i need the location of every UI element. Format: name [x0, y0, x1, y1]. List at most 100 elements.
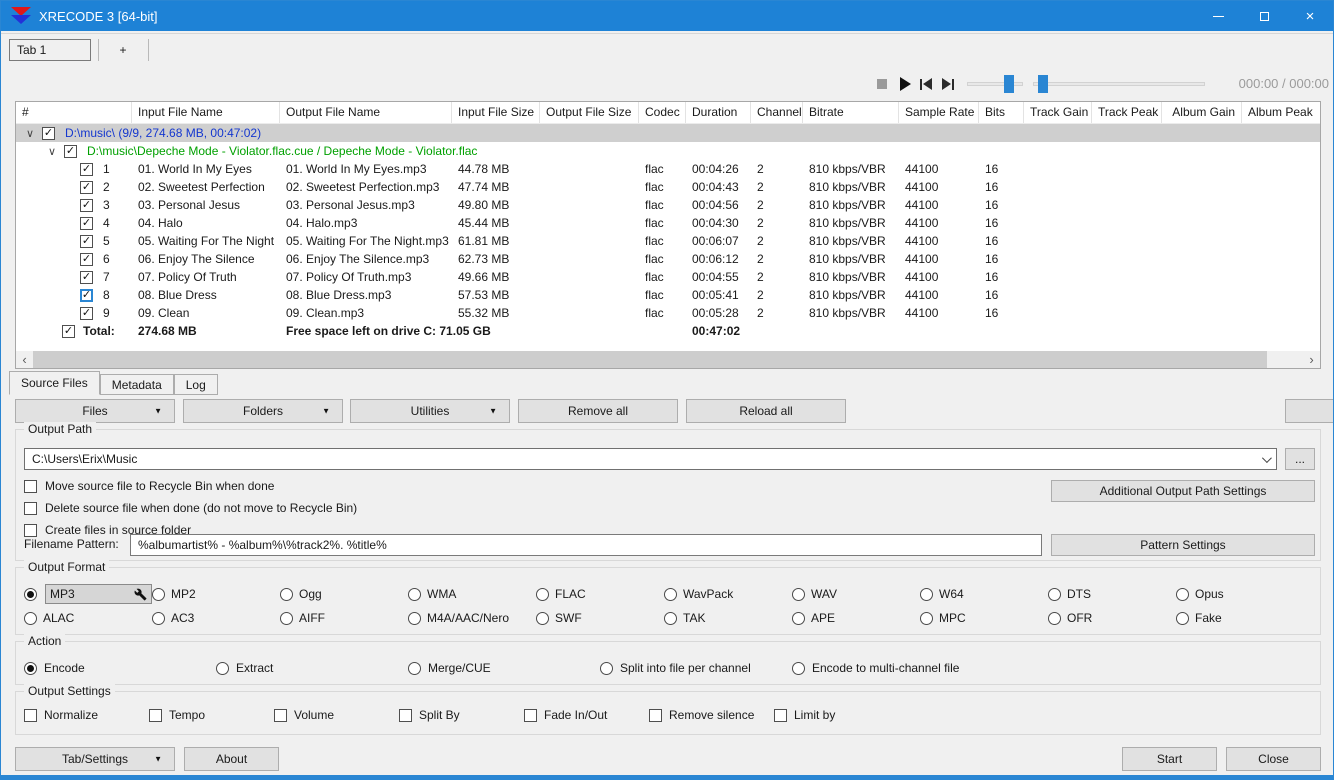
tab-1[interactable]: Tab 1	[9, 39, 91, 61]
track-checkbox[interactable]	[80, 270, 93, 284]
format-radio[interactable]	[792, 587, 805, 601]
move-to-recycle-bin-checkbox[interactable]	[24, 479, 37, 493]
action-option[interactable]: Split into file per channel	[600, 661, 792, 675]
format-option[interactable]: M4A/AAC/Nero	[408, 611, 536, 625]
format-option-selected[interactable]: MP3	[24, 584, 152, 604]
output-setting-option[interactable]: Volume	[274, 708, 399, 722]
column-header-input-file-size[interactable]: Input File Size	[452, 102, 540, 123]
browse-button[interactable]: ...	[1285, 448, 1315, 470]
expander-icon[interactable]: ∨	[48, 145, 62, 158]
format-option[interactable]: TAK	[664, 611, 792, 625]
group-row-folder[interactable]: ∨ D:\music\ (9/9, 274.68 MB, 00:47:02)	[16, 124, 1320, 142]
format-option[interactable]: Ogg	[280, 587, 408, 601]
format-option[interactable]: AIFF	[280, 611, 408, 625]
output-setting-option[interactable]: Tempo	[149, 708, 274, 722]
add-tab-button[interactable]: +	[99, 39, 147, 61]
format-option[interactable]: OFR	[1048, 611, 1176, 625]
volume-slider[interactable]	[967, 75, 1023, 93]
format-radio[interactable]	[536, 587, 549, 601]
total-checkbox[interactable]	[62, 324, 75, 338]
table-row[interactable]: 3 03. Personal Jesus 03. Personal Jesus.…	[16, 196, 1320, 214]
format-settings-box[interactable]: MP3	[45, 584, 152, 604]
action-radio[interactable]	[24, 661, 37, 675]
format-radio[interactable]	[920, 611, 933, 625]
format-option[interactable]: WAV	[792, 587, 920, 601]
track-checkbox[interactable]	[80, 252, 93, 266]
output-setting-checkbox[interactable]	[649, 708, 662, 722]
track-checkbox[interactable]	[80, 234, 93, 248]
horizontal-scrollbar-thumb[interactable]	[33, 351, 1267, 368]
close-window-button[interactable]: Close	[1226, 747, 1321, 771]
group-row-cue[interactable]: ∨ D:\music\Depeche Mode - Violator.flac.…	[16, 142, 1320, 160]
column-header-sample-rate[interactable]: Sample Rate	[899, 102, 979, 123]
track-checkbox[interactable]	[80, 288, 93, 302]
track-checkbox[interactable]	[80, 162, 93, 176]
format-radio[interactable]	[792, 611, 805, 625]
format-option[interactable]: W64	[920, 587, 1048, 601]
column-header-duration[interactable]: Duration	[686, 102, 751, 123]
format-radio[interactable]	[24, 611, 37, 625]
table-row[interactable]: 2 02. Sweetest Perfection 02. Sweetest P…	[16, 178, 1320, 196]
column-header-track-peak[interactable]: Track Peak	[1092, 102, 1162, 123]
maximize-button[interactable]	[1241, 1, 1287, 31]
format-radio[interactable]	[1048, 611, 1061, 625]
format-option[interactable]: FLAC	[536, 587, 664, 601]
horizontal-scrollbar[interactable]: ‹ ›	[16, 351, 1320, 368]
format-option[interactable]: DTS	[1048, 587, 1176, 601]
output-setting-checkbox[interactable]	[399, 708, 412, 722]
tab-log[interactable]: Log	[173, 374, 218, 395]
output-setting-option[interactable]: Split By	[399, 708, 524, 722]
combo-chevron-icon[interactable]	[1261, 452, 1272, 463]
format-radio[interactable]	[280, 611, 293, 625]
format-option[interactable]: AC3	[152, 611, 280, 625]
action-radio[interactable]	[600, 661, 613, 675]
format-radio[interactable]	[1048, 587, 1061, 601]
format-radio[interactable]	[664, 611, 677, 625]
pattern-settings-button[interactable]: Pattern Settings	[1051, 534, 1315, 556]
additional-output-path-settings-button[interactable]: Additional Output Path Settings	[1051, 480, 1315, 502]
output-setting-checkbox[interactable]	[774, 708, 787, 722]
track-checkbox[interactable]	[80, 306, 93, 320]
table-row[interactable]: 5 05. Waiting For The Night 05. Waiting …	[16, 232, 1320, 250]
column-header-output-file-name[interactable]: Output File Name	[280, 102, 452, 123]
volume-slider-thumb[interactable]	[1004, 75, 1014, 93]
column-header-bits[interactable]: Bits	[979, 102, 1024, 123]
output-setting-option[interactable]: Limit by	[774, 708, 1312, 722]
wrench-icon[interactable]	[134, 588, 147, 601]
action-option[interactable]: Encode to multi-channel file	[792, 661, 1312, 675]
column-header-channels[interactable]: Channels	[751, 102, 803, 123]
create-files-in-source-folder-checkbox[interactable]	[24, 523, 37, 537]
action-option[interactable]: Extract	[216, 661, 408, 675]
format-radio[interactable]	[536, 611, 549, 625]
track-checkbox[interactable]	[80, 180, 93, 194]
format-option[interactable]: APE	[792, 611, 920, 625]
table-row[interactable]: 8 08. Blue Dress 08. Blue Dress.mp3 57.5…	[16, 286, 1320, 304]
output-setting-checkbox[interactable]	[24, 708, 37, 722]
close-button[interactable]: ×	[1287, 1, 1333, 31]
start-button[interactable]: Start	[1122, 747, 1217, 771]
format-radio[interactable]	[408, 611, 421, 625]
files-button[interactable]: Files ▼	[15, 399, 175, 423]
format-radio[interactable]	[24, 587, 37, 601]
remove-all-button[interactable]: Remove all	[518, 399, 678, 423]
delete-source-file-checkbox[interactable]	[24, 501, 37, 515]
action-radio[interactable]	[408, 661, 421, 675]
tab-settings-button[interactable]: Tab/Settings ▼	[15, 747, 175, 771]
filename-pattern-input[interactable]: %albumartist% - %album%\%track2%. %title…	[130, 534, 1042, 556]
action-radio[interactable]	[216, 661, 229, 675]
format-option[interactable]: ALAC	[24, 611, 152, 625]
column-header-codec[interactable]: Codec	[639, 102, 686, 123]
table-row[interactable]: 4 04. Halo 04. Halo.mp3 45.44 MB flac 00…	[16, 214, 1320, 232]
format-radio[interactable]	[152, 611, 165, 625]
reload-all-button[interactable]: Reload all	[686, 399, 846, 423]
output-setting-option[interactable]: Normalize	[24, 708, 149, 722]
format-option[interactable]: Opus	[1176, 587, 1312, 601]
format-radio[interactable]	[1176, 611, 1189, 625]
format-radio[interactable]	[1176, 587, 1189, 601]
output-setting-checkbox[interactable]	[274, 708, 287, 722]
column-header-number[interactable]: #	[16, 102, 132, 123]
format-radio[interactable]	[664, 587, 677, 601]
column-header-output-file-size[interactable]: Output File Size	[540, 102, 639, 123]
format-option[interactable]: Fake	[1176, 611, 1312, 625]
format-radio[interactable]	[920, 587, 933, 601]
